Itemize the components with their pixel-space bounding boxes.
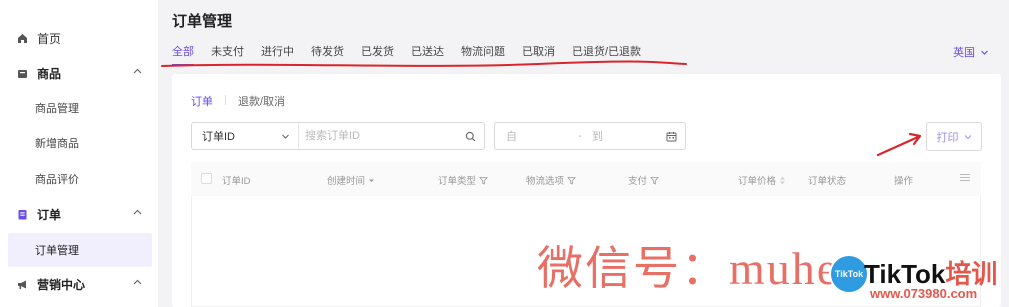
- watermark-text: 微信号：muhe: [537, 243, 840, 294]
- chevron-down-icon: [981, 50, 988, 55]
- megaphone-icon: [16, 278, 28, 290]
- watermark-logo: TikTok: [829, 254, 869, 294]
- column-header-order-id: 订单ID: [222, 176, 251, 187]
- sidebar-item-label: 商品管理: [35, 103, 79, 115]
- sidebar-item-add-product[interactable]: 新增商品: [0, 126, 158, 160]
- sidebar-item-home[interactable]: 首页: [0, 21, 158, 55]
- subtab-orders[interactable]: 订单: [191, 93, 213, 109]
- filter-icon: [479, 176, 488, 185]
- sidebar-item-orders[interactable]: 订单: [0, 197, 158, 231]
- watermark-url: www.073980.com: [870, 286, 978, 301]
- search-type-value: 订单ID: [202, 131, 235, 143]
- tab-unpaid[interactable]: 未支付: [211, 43, 244, 61]
- sidebar-item-label: 新增商品: [35, 138, 79, 150]
- filter-icon: [650, 176, 659, 185]
- date-from-field[interactable]: 自: [506, 128, 578, 144]
- column-settings-icon[interactable]: [956, 173, 971, 182]
- calendar-icon: [666, 132, 677, 142]
- sidebar-item-label: 营销中心: [37, 277, 86, 292]
- print-button[interactable]: 打印: [926, 122, 982, 151]
- product-icon: [16, 67, 28, 79]
- select-all-checkbox[interactable]: [201, 173, 212, 184]
- status-tabs: 全部 未支付 进行中 待发货 已发货 已送达 物流问题 已取消 已退货/已退款: [172, 43, 658, 66]
- date-range-picker[interactable]: 自 - 到: [494, 122, 686, 150]
- tab-to-ship[interactable]: 待发货: [311, 43, 344, 61]
- sort-icon: [780, 176, 786, 184]
- language-label: 英国: [953, 47, 975, 59]
- sidebar-item-label: 订单管理: [35, 245, 79, 257]
- subtab-divider: [225, 95, 226, 105]
- table-header: 订单ID 创建时间 订单类型 物流选项 支付 订单价格 订单状态 操作: [191, 162, 981, 196]
- column-header-shipping-option[interactable]: 物流选项: [526, 173, 576, 187]
- tab-delivered[interactable]: 已送达: [411, 43, 444, 61]
- chevron-up-icon: [133, 68, 142, 74]
- print-button-label: 打印: [936, 131, 959, 144]
- search-icon[interactable]: [456, 131, 484, 142]
- language-selector[interactable]: 英国: [953, 44, 989, 60]
- filter-icon: [567, 176, 576, 185]
- column-header-order-status: 订单状态: [808, 176, 847, 187]
- tab-shipped[interactable]: 已发货: [361, 43, 394, 61]
- tab-logistics-issue[interactable]: 物流问题: [461, 43, 505, 61]
- home-icon: [16, 32, 28, 44]
- sidebar: 首页 商品 商品管理 新增商品 商品评价 订单 订单管理 营销中心: [0, 0, 158, 307]
- chevron-up-icon: [133, 279, 142, 285]
- sidebar-item-product-management[interactable]: 商品管理: [0, 91, 158, 125]
- column-header-order-price[interactable]: 订单价格: [738, 173, 786, 187]
- column-header-payment[interactable]: 支付: [628, 173, 659, 187]
- date-separator: -: [578, 130, 582, 142]
- tab-returned-refunded[interactable]: 已退货/已退款: [572, 43, 641, 61]
- page-title: 订单管理: [172, 13, 233, 30]
- search-type-select[interactable]: 订单ID: [192, 123, 299, 149]
- order-icon: [16, 208, 28, 220]
- tab-cancelled[interactable]: 已取消: [522, 43, 555, 61]
- sub-tabs: 订单 退款/取消: [191, 93, 285, 109]
- sidebar-item-label: 首页: [37, 31, 62, 46]
- sidebar-item-label: 商品评价: [35, 174, 79, 186]
- chevron-up-icon: [133, 209, 142, 215]
- search-input[interactable]: [299, 123, 456, 149]
- column-header-created-time[interactable]: 创建时间: [327, 173, 375, 187]
- subtab-refund-cancel[interactable]: 退款/取消: [238, 93, 285, 109]
- sidebar-item-label: 商品: [37, 66, 62, 81]
- sidebar-item-label: 订单: [37, 207, 62, 222]
- chevron-down-icon: [282, 134, 289, 139]
- sidebar-item-order-management[interactable]: 订单管理: [8, 233, 152, 267]
- sidebar-item-product-reviews[interactable]: 商品评价: [0, 162, 158, 196]
- tab-all[interactable]: 全部: [172, 43, 194, 66]
- chevron-down-icon: [964, 134, 971, 139]
- search-filter: 订单ID: [191, 122, 485, 150]
- sidebar-item-products[interactable]: 商品: [0, 56, 158, 90]
- tab-in-progress[interactable]: 进行中: [261, 43, 294, 61]
- sidebar-item-marketing[interactable]: 营销中心: [0, 267, 158, 301]
- annotation-arrow: [876, 132, 922, 157]
- sort-icon: [369, 179, 375, 182]
- date-to-field[interactable]: 到: [592, 128, 658, 144]
- column-header-actions: 操作: [894, 176, 914, 187]
- column-header-order-type[interactable]: 订单类型: [438, 173, 488, 187]
